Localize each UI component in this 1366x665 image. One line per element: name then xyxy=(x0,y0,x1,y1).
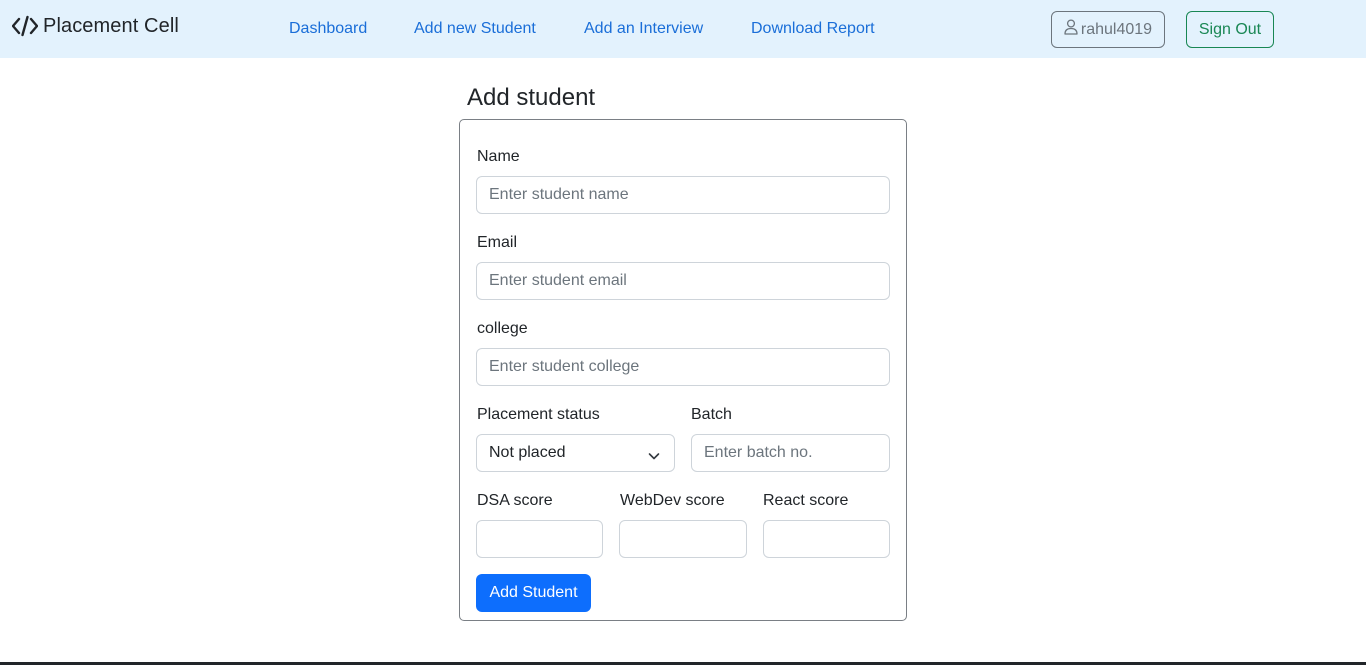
brand-title: Placement Cell xyxy=(43,14,179,37)
page-title: Add student xyxy=(467,84,596,111)
code-slash-icon xyxy=(12,15,38,37)
placement-status-value: Not placed xyxy=(489,444,566,461)
sign-out-button[interactable]: Sign Out xyxy=(1186,11,1274,48)
batch-label: Batch xyxy=(691,406,732,423)
username-label: rahul4019 xyxy=(1080,20,1153,38)
webdev-score-input[interactable] xyxy=(619,520,747,558)
navbar: Placement Cell Dashboard Add new Student… xyxy=(0,0,1366,58)
college-input[interactable] xyxy=(476,348,890,386)
placement-status-label: Placement status xyxy=(477,406,600,423)
user-profile-button[interactable]: rahul4019 xyxy=(1051,11,1165,48)
react-score-input[interactable] xyxy=(763,520,890,558)
nav-link-dashboard[interactable]: Dashboard xyxy=(289,19,367,39)
brand-link[interactable]: Placement Cell xyxy=(12,13,179,39)
nav-link-add-student[interactable]: Add new Student xyxy=(414,19,536,39)
react-score-label: React score xyxy=(763,492,849,509)
email-input[interactable] xyxy=(476,262,890,300)
college-label: college xyxy=(477,320,528,337)
add-student-button[interactable]: Add Student xyxy=(476,574,591,612)
dsa-score-input[interactable] xyxy=(476,520,603,558)
batch-input[interactable] xyxy=(691,434,890,472)
placement-status-select[interactable]: Not placed xyxy=(476,434,675,472)
person-icon xyxy=(1064,19,1078,40)
chevron-down-icon xyxy=(648,448,660,466)
webdev-score-label: WebDev score xyxy=(620,492,725,509)
name-label: Name xyxy=(477,148,520,165)
name-input[interactable] xyxy=(476,176,890,214)
dsa-score-label: DSA score xyxy=(477,492,553,509)
email-label: Email xyxy=(477,234,518,251)
nav-link-download-report[interactable]: Download Report xyxy=(751,19,875,39)
nav-link-add-interview[interactable]: Add an Interview xyxy=(584,19,703,39)
